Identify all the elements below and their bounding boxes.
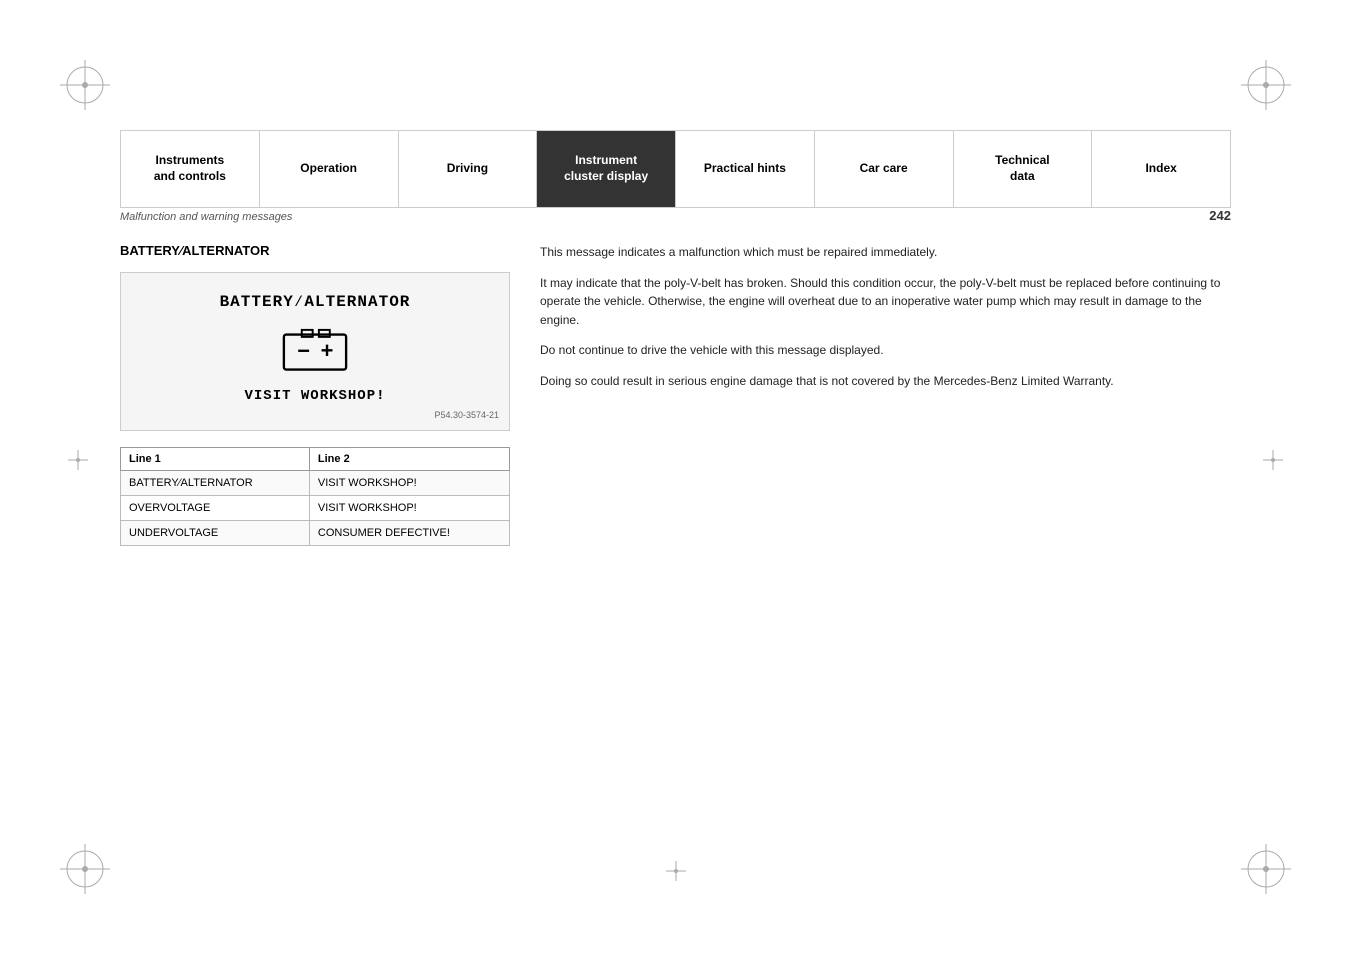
battery-image-box: BATTERY⁄ALTERNATOR − + VISIT WORKSHOP! P…	[120, 272, 510, 431]
table-col2-header: Line 2	[309, 448, 509, 471]
nav-item-driving[interactable]: Driving	[399, 131, 538, 207]
nav-item-car-care[interactable]: Car care	[815, 131, 954, 207]
corner-decoration-tr	[1241, 60, 1291, 110]
battery-icon: − +	[280, 323, 350, 378]
corner-decoration-tl	[60, 60, 110, 110]
right-column: This message indicates a malfunction whi…	[540, 243, 1231, 546]
section-title: Malfunction and warning messages	[120, 211, 292, 223]
nav-item-operation[interactable]: Operation	[260, 131, 399, 207]
sub-header: Malfunction and warning messages 242	[120, 208, 1231, 225]
nav-item-index[interactable]: Index	[1092, 131, 1230, 207]
nav-item-practical-hints[interactable]: Practical hints	[676, 131, 815, 207]
right-para-1: This message indicates a malfunction whi…	[540, 243, 1231, 262]
left-column: BATTERY⁄ALTERNATOR BATTERY⁄ALTERNATOR − …	[120, 243, 510, 546]
left-crosshair-mid	[68, 450, 88, 475]
svg-text:−: −	[297, 340, 310, 365]
table-cell-line2: VISIT WORKSHOP!	[309, 471, 509, 496]
table-cell-line2: VISIT WORKSHOP!	[309, 496, 509, 521]
table-cell-line2: CONSUMER DEFECTIVE!	[309, 521, 509, 546]
page-number: 242	[1209, 208, 1231, 223]
visit-workshop-text: VISIT WORKSHOP!	[131, 388, 499, 404]
nav-bar: Instruments and controls Operation Drivi…	[120, 130, 1231, 208]
corner-decoration-br	[1241, 844, 1291, 894]
table-cell-line1: OVERVOLTAGE	[121, 496, 310, 521]
table-row: UNDERVOLTAGECONSUMER DEFECTIVE!	[121, 521, 510, 546]
right-crosshair-mid	[1263, 450, 1283, 475]
table-cell-line1: UNDERVOLTAGE	[121, 521, 310, 546]
right-para-2: It may indicate that the poly-V-belt has…	[540, 274, 1231, 330]
table-row: OVERVOLTAGEVISIT WORKSHOP!	[121, 496, 510, 521]
page-content: Malfunction and warning messages 242 BAT…	[120, 208, 1231, 874]
table-col1-header: Line 1	[121, 448, 310, 471]
messages-table: Line 1 Line 2 BATTERY⁄ALTERNATORVISIT WO…	[120, 447, 510, 546]
table-cell-line1: BATTERY⁄ALTERNATOR	[121, 471, 310, 496]
corner-decoration-bl	[60, 844, 110, 894]
battery-display-text: BATTERY⁄ALTERNATOR	[131, 293, 499, 311]
nav-item-technical-data[interactable]: Technical data	[954, 131, 1093, 207]
right-para-4: Doing so could result in serious engine …	[540, 372, 1231, 391]
svg-text:+: +	[320, 340, 333, 365]
right-para-3: Do not continue to drive the vehicle wit…	[540, 341, 1231, 360]
table-row: BATTERY⁄ALTERNATORVISIT WORKSHOP!	[121, 471, 510, 496]
nav-item-instruments-controls[interactable]: Instruments and controls	[121, 131, 260, 207]
section-heading: BATTERY⁄ALTERNATOR	[120, 243, 510, 258]
main-grid: BATTERY⁄ALTERNATOR BATTERY⁄ALTERNATOR − …	[120, 243, 1231, 546]
nav-item-instrument-cluster-display[interactable]: Instrument cluster display	[537, 131, 676, 207]
image-reference: P54.30-3574-21	[131, 410, 499, 420]
